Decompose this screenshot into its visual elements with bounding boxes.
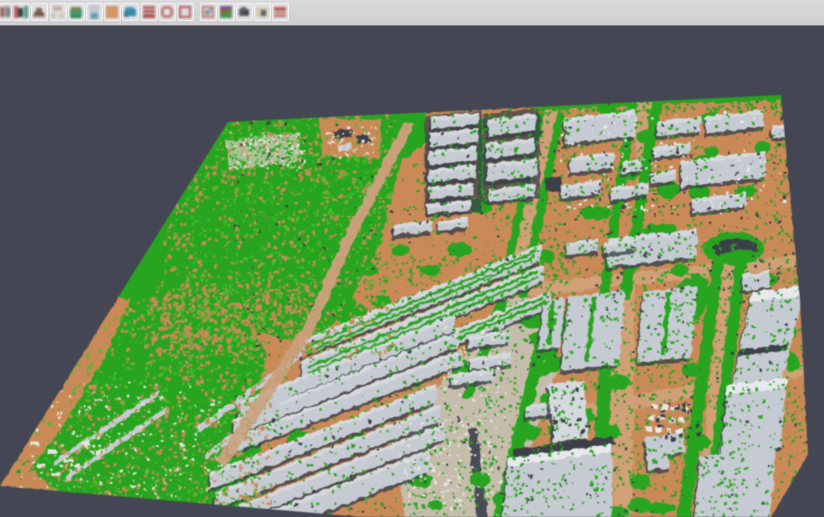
segment-icon <box>201 5 215 19</box>
small-structure <box>30 442 39 446</box>
pale-blocks-icon <box>51 5 65 19</box>
toolbar-button-red-table[interactable] <box>272 3 289 21</box>
small-structure <box>52 472 61 476</box>
toolbar-button-camera[interactable] <box>236 3 253 21</box>
orange-box-icon <box>105 5 119 19</box>
toolbar-button-level-slider[interactable] <box>86 3 103 21</box>
br-mid-lower <box>694 448 776 517</box>
blue-sphere-icon <box>123 5 137 19</box>
small-structure <box>656 427 662 432</box>
camera-icon <box>237 5 251 19</box>
red-frame-icon <box>178 5 192 19</box>
level-slider-icon <box>87 5 101 19</box>
small-structure <box>646 426 652 431</box>
application-window <box>0 0 824 517</box>
align-clouds-icon <box>14 5 28 19</box>
toolbar-button-align-clouds[interactable] <box>13 3 30 21</box>
toolbar-button-pale-blocks[interactable] <box>50 3 67 21</box>
toolbar-button-blue-sphere[interactable] <box>122 3 139 21</box>
classified-raster-icon <box>219 5 233 19</box>
terrain-raster-icon <box>69 5 83 19</box>
small-structure <box>48 450 57 454</box>
toolbar-button-segment[interactable] <box>200 3 217 21</box>
red-table-icon <box>273 5 287 19</box>
main-toolbar <box>0 0 824 26</box>
grove <box>520 424 540 440</box>
viewport-3d[interactable] <box>0 26 824 517</box>
toolbar-button-red-frame[interactable] <box>177 3 194 21</box>
small-structure <box>649 415 655 420</box>
toolbar-button-orange-box[interactable] <box>104 3 121 21</box>
grove <box>448 243 472 257</box>
point-cloud-scene[interactable] <box>0 26 824 517</box>
red-stripes-icon <box>142 5 156 19</box>
small-structure <box>662 405 668 410</box>
toolbar-button-mesh-building[interactable] <box>31 3 48 21</box>
grove <box>606 374 630 390</box>
toolbar-button-red-stripes[interactable] <box>141 3 158 21</box>
toolbar-button-terrain-raster[interactable] <box>68 3 85 21</box>
toolbar-button-sand-box[interactable] <box>254 3 271 21</box>
grove <box>469 472 491 488</box>
point-cloud-layers <box>0 90 824 517</box>
sand-box-icon <box>255 5 269 19</box>
mesh-building-icon <box>32 5 46 19</box>
toolbar-button-edge-clipped[interactable] <box>0 3 12 21</box>
toolbar-button-classified-raster[interactable] <box>218 3 235 21</box>
grove <box>671 264 689 276</box>
toolbar-button-red-ring[interactable] <box>159 3 176 21</box>
red-ring-icon <box>160 5 174 19</box>
edge-clipped-icon <box>0 5 10 19</box>
